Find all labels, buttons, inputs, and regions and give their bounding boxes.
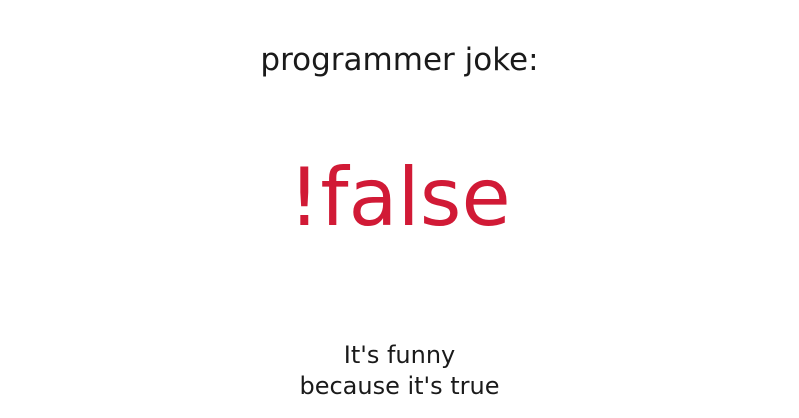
joke-heading: programmer joke:	[260, 42, 539, 78]
joke-punchline: !false	[288, 151, 511, 244]
joke-caption: It's funny because it's true	[0, 340, 799, 402]
caption-line-2: because it's true	[299, 372, 500, 400]
caption-line-1: It's funny	[343, 341, 456, 369]
